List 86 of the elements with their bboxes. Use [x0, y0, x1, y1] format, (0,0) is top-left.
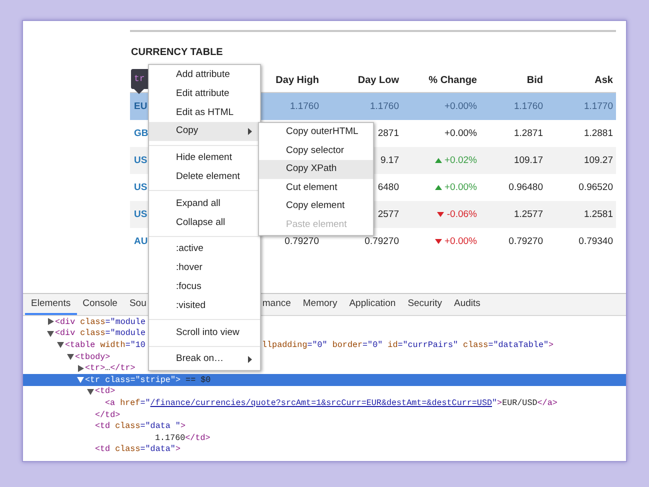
devtools-tab[interactable]: Elements: [25, 294, 77, 315]
table-cell: 2577: [378, 209, 399, 220]
table-cell: 6480: [378, 182, 399, 193]
section-heading: CURRENCY TABLE: [131, 46, 223, 60]
table-cell: 1.1760: [370, 101, 399, 112]
menu-item[interactable]: Edit as HTML: [149, 104, 260, 122]
code-line: <table width="10: [65, 340, 146, 350]
collapsed-triangle-icon[interactable]: [47, 318, 54, 326]
table-cell: +0.00%: [444, 101, 477, 112]
table-cell: 1.1760: [290, 101, 319, 112]
table-cell: 1.2871: [514, 128, 543, 139]
code-line: llpadding="0" border="0" id="currPairs" class="dataTable">: [262, 340, 554, 350]
column-header: Day High: [276, 75, 319, 86]
currency-link[interactable]: GB: [134, 128, 148, 139]
code-line: 1.1760</td>: [154, 432, 210, 443]
devtools-tab[interactable]: Console: [76, 294, 124, 315]
currency-link[interactable]: EU: [134, 101, 148, 112]
table-cell: 0.96480: [508, 182, 543, 193]
code-line: <td class="data">: [95, 444, 180, 454]
table-cell: 0.79270: [508, 236, 543, 247]
column-header: Bid: [526, 75, 543, 86]
code-line: <td>: [95, 386, 116, 396]
table-cell: 2871: [378, 128, 399, 139]
table-cell: +0.00%: [444, 182, 477, 193]
table-cell: 109.17: [514, 155, 543, 166]
code-line: </td>: [95, 410, 120, 420]
menu-item[interactable]: :active: [149, 240, 260, 260]
devtools-tab[interactable]: Security: [402, 294, 448, 315]
code-line: <a href="/finance/currencies/quote?srcAmt=1&srcCurr=EUR&destAmt=&destCurr=USD">EUR/USD</a>: [105, 398, 558, 408]
column-header: Ask: [594, 75, 613, 86]
devtools-tab[interactable]: Audits: [448, 294, 486, 315]
table-cell: 1.2577: [514, 209, 543, 220]
menu-item: Paste element: [285, 218, 348, 232]
tooltip-pointer-icon: [134, 89, 144, 94]
column-header: Day Low: [358, 75, 399, 86]
menu-item[interactable]: Break on…: [149, 350, 260, 370]
expanded-triangle-icon[interactable]: [47, 330, 54, 337]
table-cell: 1.1760: [514, 101, 543, 112]
table-cell: +0.00%: [444, 128, 477, 139]
code-line: <div class="module: [55, 328, 146, 338]
currency-link[interactable]: US: [134, 155, 148, 166]
menu-item[interactable]: :hover: [149, 259, 260, 278]
menu-item[interactable]: Edit attribute: [149, 84, 260, 104]
expanded-triangle-icon[interactable]: [87, 388, 94, 395]
menu-item[interactable]: :focus: [149, 278, 260, 297]
code-line: <td class="data ">: [95, 421, 186, 432]
table-cell: 1.1770: [584, 101, 613, 112]
table-cell: 0.96520: [578, 182, 613, 193]
menu-item[interactable]: Copy element: [259, 197, 373, 216]
column-header: % Change: [428, 75, 477, 86]
table-cell: 0.79340: [578, 236, 613, 247]
table-cell: 0.79270: [364, 236, 399, 247]
menu-item[interactable]: Scroll into view: [149, 324, 260, 342]
code-line: <tr>…</tr>: [85, 363, 136, 374]
menu-item[interactable]: Hide element: [149, 149, 260, 168]
href-link[interactable]: /finance/currencies/quote?srcAmt=1&srcCurr=EUR&destAmt=&destCurr=USD: [150, 398, 492, 408]
menu-item[interactable]: Copy outerHTML: [259, 123, 373, 142]
menu-item[interactable]: Expand all: [149, 194, 260, 214]
currency-link[interactable]: US: [134, 182, 148, 193]
table-cell: 1.2581: [584, 209, 613, 220]
menu-item[interactable]: Delete element: [149, 168, 260, 187]
menu-item[interactable]: Copy selector: [259, 142, 373, 160]
currency-link[interactable]: US: [134, 209, 148, 220]
expanded-triangle-icon[interactable]: [77, 376, 84, 384]
devtools-tab[interactable]: Application: [343, 294, 402, 315]
menu-item[interactable]: Copy XPath: [259, 160, 373, 179]
expanded-triangle-icon[interactable]: [57, 341, 64, 348]
table-cell: +0.00%: [444, 236, 477, 247]
collapsed-triangle-icon[interactable]: [77, 364, 84, 372]
menu-item[interactable]: Copy: [149, 122, 260, 142]
code-line: <div class="module: [55, 316, 146, 327]
expanded-triangle-icon[interactable]: [67, 353, 74, 360]
currency-link[interactable]: AU: [134, 236, 148, 247]
menu-item[interactable]: Add attribute: [149, 66, 260, 85]
table-cell: -0.06%: [446, 209, 477, 220]
menu-item[interactable]: Cut element: [259, 178, 373, 198]
selected-node-highlight[interactable]: <tr class="stripe"> == $0: [23, 374, 626, 386]
table-cell: +0.02%: [444, 155, 477, 166]
menu-item[interactable]: Collapse all: [149, 214, 260, 232]
devtools-tab[interactable]: Memory: [296, 294, 344, 315]
table-cell: 1.2881: [584, 128, 613, 139]
table-cell: 109.27: [584, 155, 613, 166]
code-line: <tr class="stripe"> == $0: [85, 374, 211, 385]
code-line: <tbody>: [75, 352, 110, 362]
table-cell: 0.79270: [284, 236, 319, 247]
table-cell: 9.17: [380, 155, 399, 166]
